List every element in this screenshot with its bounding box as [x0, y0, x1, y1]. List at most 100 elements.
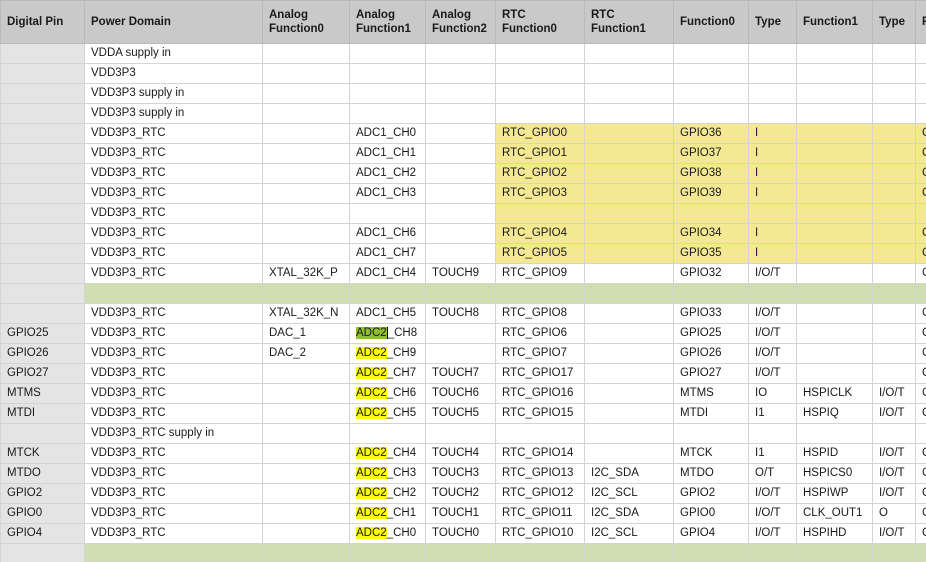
table-cell[interactable]: ADC2_CH7 — [349, 363, 426, 384]
table-cell[interactable]: TOUCH3 — [425, 463, 496, 484]
table-cell[interactable] — [425, 203, 496, 224]
table-cell[interactable]: C — [915, 403, 926, 424]
table-cell[interactable]: VDDA supply in — [84, 43, 263, 64]
table-cell[interactable] — [262, 203, 350, 224]
table-cell[interactable]: GPIO37 — [673, 143, 749, 164]
table-cell[interactable] — [0, 263, 85, 284]
table-cell[interactable] — [584, 423, 674, 444]
table-cell[interactable]: I/O/T — [872, 403, 916, 424]
table-cell[interactable]: GPIO27 — [673, 363, 749, 384]
table-cell[interactable] — [872, 203, 916, 224]
table-cell[interactable]: MTDO — [673, 463, 749, 484]
table-cell[interactable] — [584, 283, 674, 304]
table-cell[interactable]: C — [915, 143, 926, 164]
table-cell[interactable] — [262, 103, 350, 124]
table-cell[interactable]: VDD3P3_RTC — [84, 503, 263, 524]
table-cell[interactable]: VDD3P3_RTC — [84, 363, 263, 384]
table-cell[interactable]: RTC_GPIO8 — [495, 303, 585, 324]
table-cell[interactable] — [584, 103, 674, 124]
table-cell[interactable] — [796, 43, 873, 64]
table-cell[interactable] — [796, 363, 873, 384]
table-cell[interactable] — [262, 183, 350, 204]
table-cell[interactable]: ADC1_CH1 — [349, 143, 426, 164]
table-cell[interactable] — [584, 143, 674, 164]
table-cell[interactable]: I/O/T — [748, 343, 797, 364]
column-header[interactable]: Digital Pin — [0, 0, 85, 44]
table-cell[interactable]: ADC2_CH4 — [349, 443, 426, 464]
table-cell[interactable] — [262, 503, 350, 524]
table-cell[interactable]: MTDI — [673, 403, 749, 424]
table-cell[interactable]: TOUCH2 — [425, 483, 496, 504]
table-cell[interactable]: ADC1_CH7 — [349, 243, 426, 264]
table-cell[interactable]: C — [915, 323, 926, 344]
table-cell[interactable] — [349, 203, 426, 224]
column-header[interactable]: Analog Function0 — [262, 0, 350, 44]
column-header[interactable]: RTC Function0 — [495, 0, 585, 44]
table-cell[interactable]: I/O/T — [748, 303, 797, 324]
table-cell[interactable] — [584, 363, 674, 384]
table-cell[interactable] — [796, 543, 873, 562]
table-cell[interactable]: GPIO0 — [0, 503, 85, 524]
table-cell[interactable] — [584, 63, 674, 84]
table-cell[interactable] — [584, 263, 674, 284]
table-cell[interactable]: GPIO0 — [673, 503, 749, 524]
table-cell[interactable]: I — [748, 143, 797, 164]
table-cell[interactable]: VDD3P3_RTC — [84, 243, 263, 264]
table-cell[interactable] — [796, 63, 873, 84]
table-cell[interactable]: ADC1_CH6 — [349, 223, 426, 244]
table-cell[interactable]: C — [915, 303, 926, 324]
table-cell[interactable] — [0, 163, 85, 184]
table-cell[interactable] — [349, 423, 426, 444]
table-cell[interactable]: ADC2_CH1 — [349, 503, 426, 524]
table-cell[interactable] — [796, 263, 873, 284]
table-cell[interactable] — [796, 143, 873, 164]
table-cell[interactable] — [0, 63, 85, 84]
table-cell[interactable] — [425, 103, 496, 124]
table-cell[interactable]: ADC1_CH4 — [349, 263, 426, 284]
table-cell[interactable] — [872, 163, 916, 184]
table-cell[interactable] — [584, 183, 674, 204]
table-cell[interactable] — [673, 43, 749, 64]
table-cell[interactable]: MTDO — [0, 463, 85, 484]
table-cell[interactable] — [425, 143, 496, 164]
table-cell[interactable] — [0, 183, 85, 204]
table-cell[interactable]: GPIO39 — [673, 183, 749, 204]
table-cell[interactable]: RTC_GPIO15 — [495, 403, 585, 424]
table-cell[interactable]: C — [915, 183, 926, 204]
table-cell[interactable] — [584, 343, 674, 364]
table-cell[interactable] — [915, 83, 926, 104]
table-cell[interactable]: RTC_GPIO10 — [495, 523, 585, 544]
table-cell[interactable]: DAC_1 — [262, 323, 350, 344]
table-cell[interactable]: VDD3P3_RTC — [84, 223, 263, 244]
table-cell[interactable]: C — [915, 483, 926, 504]
table-cell[interactable]: ADC2_CH2 — [349, 483, 426, 504]
table-cell[interactable]: I/O/T — [748, 503, 797, 524]
table-cell[interactable] — [0, 203, 85, 224]
table-cell[interactable]: TOUCH8 — [425, 303, 496, 324]
table-cell[interactable]: RTC_GPIO1 — [495, 143, 585, 164]
table-cell[interactable] — [872, 543, 916, 562]
table-cell[interactable]: VDD3P3_RTC — [84, 183, 263, 204]
table-cell[interactable]: VDD3P3 — [84, 63, 263, 84]
table-cell[interactable] — [796, 243, 873, 264]
table-cell[interactable] — [584, 163, 674, 184]
table-cell[interactable] — [748, 63, 797, 84]
table-cell[interactable] — [872, 63, 916, 84]
table-cell[interactable] — [84, 543, 263, 562]
table-cell[interactable]: I2C_SDA — [584, 463, 674, 484]
table-cell[interactable] — [262, 463, 350, 484]
table-cell[interactable] — [425, 43, 496, 64]
table-cell[interactable] — [425, 323, 496, 344]
table-cell[interactable] — [915, 543, 926, 562]
table-cell[interactable] — [0, 543, 85, 562]
table-cell[interactable] — [915, 283, 926, 304]
table-cell[interactable] — [495, 83, 585, 104]
table-cell[interactable]: CLK_OUT1 — [796, 503, 873, 524]
table-cell[interactable]: VDD3P3_RTC — [84, 163, 263, 184]
table-cell[interactable]: I — [748, 123, 797, 144]
table-cell[interactable]: VDD3P3_RTC — [84, 443, 263, 464]
table-cell[interactable]: I/O/T — [872, 383, 916, 404]
table-cell[interactable]: HSPICLK — [796, 383, 873, 404]
table-cell[interactable]: RTC_GPIO16 — [495, 383, 585, 404]
table-cell[interactable] — [872, 283, 916, 304]
